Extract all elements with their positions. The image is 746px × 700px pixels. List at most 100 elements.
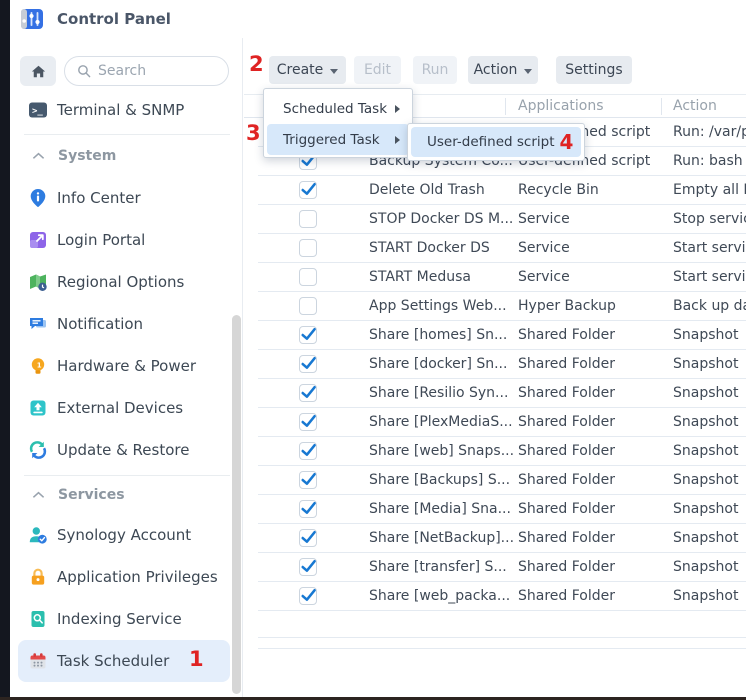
annotation-2: 2 [249,52,264,76]
table-footer-line [258,648,746,649]
checkbox-checked[interactable] [299,413,317,431]
desktop-edge-left [0,0,10,700]
sidebar-section-system[interactable]: System [10,135,242,177]
menu-item-scheduled-task[interactable]: Scheduled Task [267,93,409,124]
action-cell: Empty all R [673,182,746,198]
checkbox-checked[interactable] [299,587,317,605]
task-name-cell: START Docker DS [369,240,490,256]
checkbox-checked[interactable] [299,500,317,518]
table-row[interactable]: Share [docker] Sn...Shared FolderSnapsho… [258,350,746,379]
hardware-power-icon: 1 [28,356,48,376]
column-header-applications[interactable]: Applications [518,95,604,118]
sidebar-item-indexing-service[interactable]: Indexing Service [18,598,230,640]
notification-icon [28,314,48,334]
synology-account-icon [28,525,48,545]
table-row[interactable]: Share [Media] Sna...Shared FolderSnapsho… [258,495,746,524]
action-cell: Snapshot [673,530,738,546]
sidebar-item-external-devices[interactable]: External Devices [18,387,230,429]
action-cell: Snapshot [673,327,738,343]
checkbox-checked[interactable] [299,558,317,576]
checkbox-checked[interactable] [299,181,317,199]
search-input[interactable] [98,63,213,79]
checkbox-unchecked[interactable] [299,268,317,286]
checkbox-checked[interactable] [299,384,317,402]
sidebar-item-synology-account[interactable]: Synology Account [18,514,230,556]
table-row[interactable]: Share [web] Snaps...Shared FolderSnapsho… [258,437,746,466]
task-name-cell: Share [homes] Sn... [369,327,507,343]
table-row[interactable]: STOP Docker DS M...ServiceStop servic [258,205,746,234]
sidebar-item-hardware-power[interactable]: 1Hardware & Power [18,345,230,387]
sidebar-item-label: Synology Account [57,526,191,544]
table-row[interactable]: START MedusaServiceStart servic [258,263,746,292]
table-row[interactable]: Share [PlexMediaS...Shared FolderSnapsho… [258,408,746,437]
table-footer-line [258,637,746,638]
submenu-arrow-icon [395,136,400,144]
sidebar-item-application-privileges[interactable]: Application Privileges [18,556,230,598]
table-row[interactable]: Share [homes] Sn...Shared FolderSnapshot [258,321,746,350]
action-cell: Start servic [673,269,746,285]
menu-item-label: Triggered Task [283,132,380,148]
sidebar-item-notification[interactable]: Notification [18,303,230,345]
checkbox-unchecked[interactable] [299,210,317,228]
chevron-down-icon [330,69,338,74]
action-cell: Snapshot [673,559,738,575]
application-cell: Service [518,240,570,256]
action-button[interactable]: Action [468,56,538,84]
application-cell: Service [518,269,570,285]
sidebar-section-services[interactable]: Services [10,476,242,514]
settings-button[interactable]: Settings [556,56,632,84]
checkbox-unchecked[interactable] [299,297,317,315]
update-restore-icon [28,440,48,460]
table-row[interactable]: Share [NetBackup]...Shared FolderSnapsho… [258,524,746,553]
checkbox-checked[interactable] [299,355,317,373]
table-row[interactable]: Share [Resilio Syn... Shared Folder Snapsh… [258,379,746,408]
column-separator [505,98,506,115]
annotation-3: 3 [246,121,261,145]
chevron-up-icon [32,491,45,499]
menu-item-triggered-task[interactable]: Triggered Task [267,124,409,155]
task-name-cell: Share [web_packa... [369,588,510,604]
triggered-task-submenu: User-defined script 4 [407,123,585,161]
application-cell: Shared Folder [518,588,615,604]
task-name-cell: Share [docker] Sn... [369,356,507,372]
action-cell: Snapshot [673,588,738,604]
column-header-action[interactable]: Action [673,95,717,118]
annotation-4: 4 [560,130,574,154]
checkbox-checked[interactable] [299,529,317,547]
sidebar-item-regional-options[interactable]: Regional Options [18,261,230,303]
edit-button[interactable]: Edit [354,56,401,84]
run-button-label: Run [422,62,449,78]
sidebar-item-info-center[interactable]: Info Center [18,177,230,219]
table-row[interactable]: Share [web_packa... Shared Folder Snapshot [258,582,746,611]
checkbox-checked[interactable] [299,326,317,344]
create-button[interactable]: Create [269,56,346,84]
table-row[interactable]: Share [transfer] S...Shared FolderSnapsh… [258,553,746,582]
sidebar-item-terminal-snmp[interactable]: >_Terminal & SNMP [18,90,230,130]
sidebar-item-update-restore[interactable]: Update & Restore [18,429,230,471]
sidebar-item-login-portal[interactable]: Login Portal [18,219,230,261]
sidebar-scrollbar[interactable] [232,315,241,694]
action-cell: Stop servic [673,211,746,227]
home-button[interactable] [20,56,56,86]
table-row[interactable]: App Settings Web...Hyper BackupBack up d… [258,292,746,321]
terminal-icon: >_ [28,100,48,120]
menu-item-user-defined-script[interactable]: User-defined script 4 [411,127,581,157]
table-row[interactable]: Delete Old TrashRecycle BinEmpty all R [258,176,746,205]
checkbox-checked[interactable] [299,442,317,460]
home-icon [30,63,47,80]
table-row[interactable]: START Docker DSServiceStart servic [258,234,746,263]
task-name-cell: Share [Resilio Syn... [369,385,508,401]
table-row[interactable]: Share [Backups] S...Shared FolderSnapsho… [258,466,746,495]
checkbox-unchecked[interactable] [299,239,317,257]
application-cell: Shared Folder [518,385,615,401]
sidebar-item-label: Indexing Service [57,610,182,628]
application-cell: Shared Folder [518,414,615,430]
checkbox-checked[interactable] [299,471,317,489]
sidebar-item-label: Login Portal [57,231,145,249]
task-table-body: User-defined scriptRun: /var/pBackup Sys… [244,118,746,611]
run-button[interactable]: Run [413,56,457,84]
control-panel-icon [20,7,44,31]
action-cell: Snapshot [673,501,738,517]
action-cell: Snapshot [673,385,738,401]
task-name-cell: Share [NetBackup]... [369,530,514,546]
